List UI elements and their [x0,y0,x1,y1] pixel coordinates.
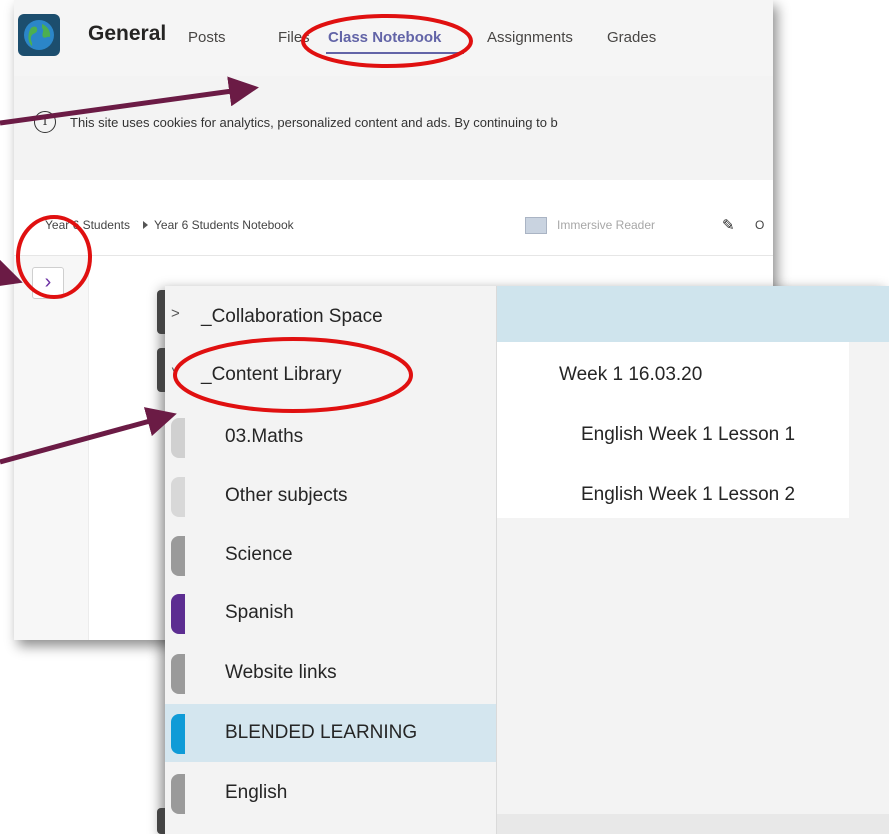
chevron-right-icon: › [44,271,52,293]
channel-title: General [88,22,167,45]
section-spanish[interactable]: Spanish [165,584,496,642]
section-color-tab [171,477,185,517]
section-color-tab [171,536,185,576]
section-color-tab [171,654,185,694]
section-content-library[interactable]: ˅ _Content Library [165,346,496,404]
section-label: _Collaboration Space [201,306,383,327]
cookie-banner-text: This site uses cookies for analytics, pe… [70,115,558,130]
team-avatar[interactable] [18,14,60,56]
stack-edge [157,290,165,334]
globe-icon [24,20,54,50]
chevron-down-icon[interactable]: ˅ [171,363,180,380]
section-label: Science [225,544,293,565]
info-icon: i [34,111,56,133]
tab-grades[interactable]: Grades [607,29,656,46]
section-website-links[interactable]: Website links [165,644,496,702]
selected-page-highlight [497,286,889,342]
section-list: > _Collaboration Space ˅ _Content Librar… [165,286,497,834]
page-list: Week 1 16.03.20 English Week 1 Lesson 1 … [497,286,889,834]
active-tab-indicator [326,52,464,54]
pencil-icon[interactable]: ✎ [722,216,735,234]
page-item-week-1[interactable]: Week 1 16.03.20 [559,364,702,386]
section-collaboration-space[interactable]: > _Collaboration Space [165,288,496,346]
cookie-banner: i This site uses cookies for analytics, … [14,76,773,180]
section-other-subjects[interactable]: Other subjects [165,467,496,525]
channel-header: General Posts Files Class Notebook Assig… [14,0,773,77]
navigation-rail: › [14,256,89,640]
section-label: BLENDED LEARNING [225,722,418,743]
section-english[interactable]: English [165,764,496,822]
notebook-toolbar: Year 6 Students Year 6 Students Notebook… [14,180,773,256]
tab-files[interactable]: Files [278,29,310,46]
section-blended-learning[interactable]: BLENDED LEARNING [165,704,496,762]
section-label: English [225,782,288,803]
section-color-tab [171,418,185,458]
immersive-reader-icon[interactable] [525,217,547,234]
page-items: Week 1 16.03.20 English Week 1 Lesson 1 … [497,342,849,518]
stack-edge [157,348,165,392]
page-item-english-lesson-2[interactable]: English Week 1 Lesson 2 [581,484,795,506]
section-color-tab [171,594,185,634]
notebook-navigation-panel: > _Collaboration Space ˅ _Content Librar… [165,286,889,834]
stack-edge [157,808,165,834]
section-maths[interactable]: 03.Maths [165,408,496,466]
section-label: Website links [225,662,337,683]
section-label: Other subjects [225,485,348,506]
section-color-tab [171,774,185,814]
tab-posts[interactable]: Posts [188,29,226,46]
breadcrumb-item-class[interactable]: Year 6 Students [45,218,130,232]
page-item-english-lesson-1[interactable]: English Week 1 Lesson 1 [581,424,795,446]
section-science[interactable]: Science [165,526,496,584]
chevron-right-icon[interactable]: > [171,305,180,322]
section-color-tab [171,714,185,754]
breadcrumb-item-notebook[interactable]: Year 6 Students Notebook [154,218,294,232]
breadcrumb-separator-icon [143,221,148,229]
open-in-app-button[interactable]: O [755,218,764,232]
tab-assignments[interactable]: Assignments [487,29,573,46]
section-label: Spanish [225,602,294,623]
immersive-reader-button[interactable]: Immersive Reader [557,218,655,232]
page-list-footer [497,814,889,834]
tab-class-notebook[interactable]: Class Notebook [328,29,441,46]
expand-navigation-button[interactable]: › [32,267,64,299]
section-label: 03.Maths [225,426,304,447]
section-label: _Content Library [201,364,342,385]
